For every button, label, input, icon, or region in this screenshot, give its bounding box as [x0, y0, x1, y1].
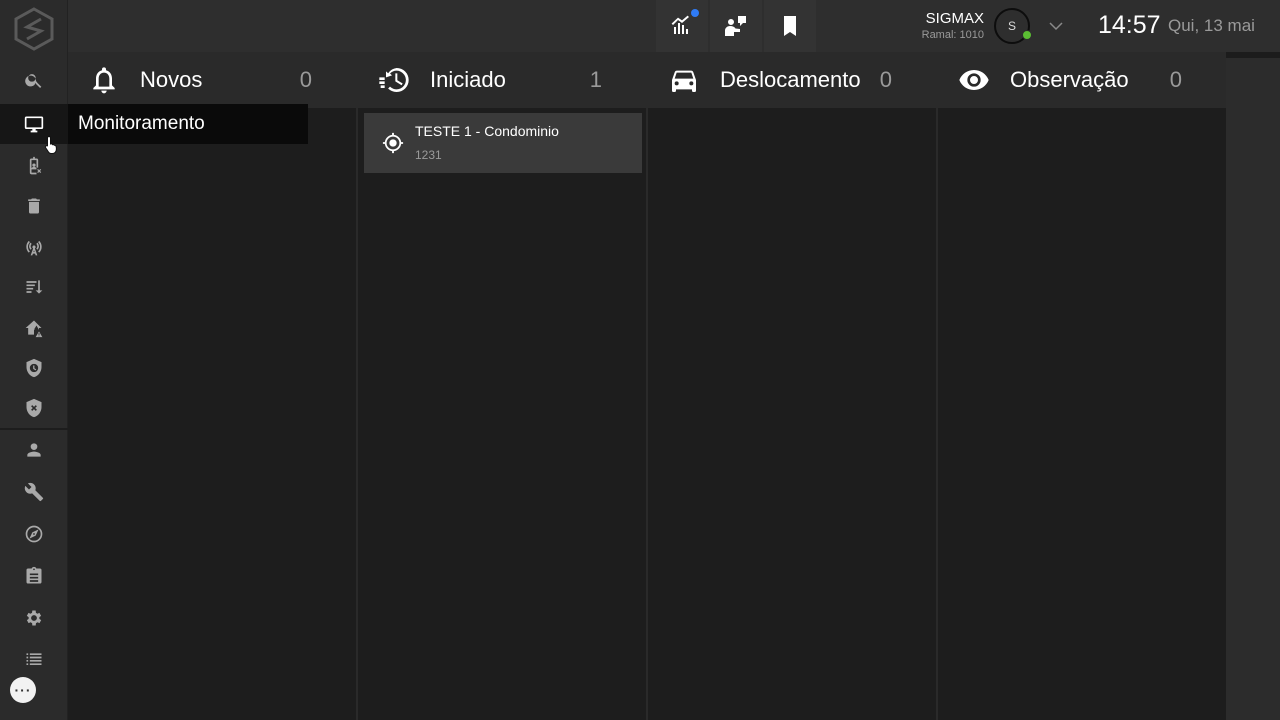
column-header: Iniciado 1: [358, 52, 646, 108]
history-icon: [378, 64, 410, 96]
online-status-badge: [1022, 30, 1032, 40]
clock-date: Qui, 13 mai: [1168, 16, 1255, 35]
column-title: Observação: [1010, 67, 1129, 92]
search-button[interactable]: [0, 60, 68, 100]
sidebar: ···: [0, 0, 68, 720]
top-bar: SIGMAX Ramal: 1010 S 14:57 Qui, 13 mai: [68, 0, 1280, 52]
sidebar-item-wrench[interactable]: [0, 472, 68, 512]
shield-x-icon: [26, 398, 42, 418]
eye-icon: [958, 64, 990, 96]
column-iniciado: Iniciado 1 TESTE 1 - Condominio 1231: [358, 52, 648, 720]
monitoramento-tooltip: Monitoramento: [68, 104, 308, 144]
search-icon: [25, 74, 42, 88]
notification-dot: [691, 9, 699, 17]
hand-cursor-icon: [44, 135, 57, 154]
badge-remove-icon: [29, 156, 42, 175]
list-icon: [26, 653, 42, 665]
home-alert-icon: [25, 320, 43, 338]
board-scrollbar[interactable]: [1226, 58, 1280, 720]
sigmax-logo[interactable]: [0, 0, 68, 58]
chevron-down-icon[interactable]: [1046, 16, 1066, 36]
sidebar-item-trash[interactable]: [0, 186, 68, 226]
column-observacao: Observação 0: [938, 52, 1226, 720]
dashboard-chart-button[interactable]: [656, 0, 708, 52]
column-title: Iniciado: [430, 67, 506, 92]
sidebar-item-antenna[interactable]: [0, 227, 68, 267]
transfer-button[interactable]: [710, 0, 762, 52]
user-extension: Ramal: 1010: [921, 29, 984, 41]
event-card-code: 1231: [415, 148, 442, 162]
sidebar-item-settings[interactable]: [0, 598, 68, 638]
sidebar-item-compass[interactable]: [0, 514, 68, 554]
crosshair-icon: [382, 132, 404, 154]
column-novos: Novos 0: [68, 52, 358, 720]
sidebar-item-clipboard[interactable]: [0, 556, 68, 596]
sort-icon: [26, 280, 43, 294]
column-count: 1: [589, 67, 602, 92]
sidebar-item-sort[interactable]: [0, 267, 68, 307]
car-icon: [668, 64, 700, 96]
chart-icon: [671, 15, 689, 34]
column-count: 0: [879, 67, 892, 92]
user-name: SIGMAX: [925, 10, 984, 27]
column-count: 0: [1169, 67, 1182, 92]
wrench-icon: [24, 482, 44, 502]
antenna-icon: [26, 240, 42, 256]
trash-icon: [28, 198, 40, 214]
column-title: Novos: [140, 67, 203, 92]
clock-time: 14:57: [1098, 11, 1161, 39]
sidebar-item-shield-clock[interactable]: [0, 348, 68, 388]
column-header: Novos 0: [68, 52, 356, 108]
user-icon: [27, 443, 41, 457]
column-title: Deslocamento: [720, 67, 861, 92]
kanban-board: Novos 0 Iniciado 1 TESTE 1 - Condominio …: [68, 52, 1226, 720]
bookmark-button[interactable]: [764, 0, 816, 52]
chat-dots-icon[interactable]: ···: [10, 677, 36, 703]
user-info[interactable]: SIGMAX Ramal: 1010: [910, 10, 984, 42]
transfer-icon: [725, 16, 746, 36]
sidebar-item-user[interactable]: [0, 430, 68, 470]
sidebar-item-shield-x[interactable]: [0, 388, 68, 428]
clipboard-icon: [26, 566, 42, 584]
column-header: Observação 0: [938, 52, 1226, 108]
sidebar-item-list[interactable]: [0, 640, 68, 680]
monitor-icon: [24, 116, 44, 133]
shield-clock-icon: [26, 358, 42, 378]
sidebar-item-home-alert[interactable]: [0, 308, 68, 348]
event-card[interactable]: TESTE 1 - Condominio 1231: [364, 113, 642, 173]
bell-icon: [88, 64, 120, 96]
gear-icon: [26, 610, 42, 626]
bookmark-icon: [784, 16, 796, 36]
column-header: Deslocamento 0: [648, 52, 936, 108]
event-card-title: TESTE 1 - Condominio: [415, 123, 559, 139]
compass-icon: [25, 525, 43, 543]
column-count: 0: [299, 67, 312, 92]
column-deslocamento: Deslocamento 0: [648, 52, 938, 720]
